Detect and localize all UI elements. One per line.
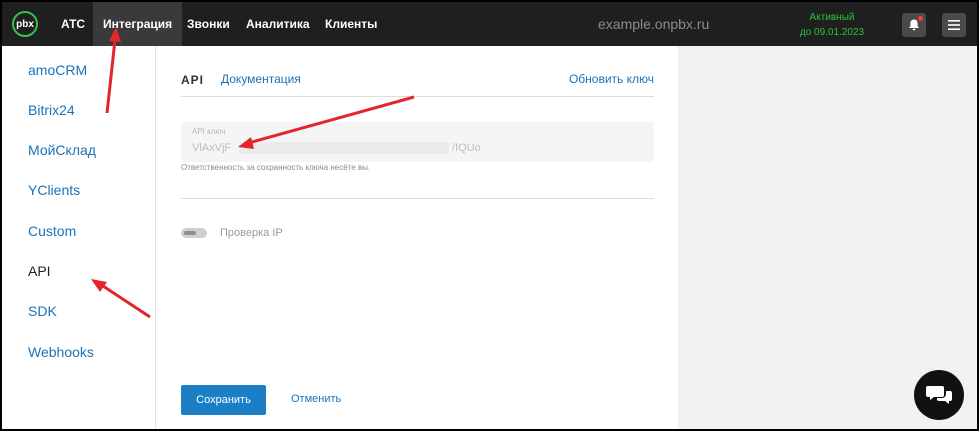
api-key-label: API ключ <box>192 127 226 136</box>
logo-icon[interactable]: pbx <box>12 11 38 37</box>
nav-item-integration[interactable]: Интеграция <box>93 2 183 46</box>
sidebar-item-amocrm[interactable]: amoCRM <box>28 62 87 78</box>
refresh-key-link[interactable]: Обновить ключ <box>569 72 654 86</box>
api-key-helper-text: Ответственность за сохранность ключа нес… <box>181 163 371 172</box>
chat-icon <box>926 386 952 404</box>
ip-check-toggle[interactable] <box>181 228 207 238</box>
chat-button[interactable] <box>914 370 964 420</box>
nav-item-clients[interactable]: Клиенты <box>315 2 387 46</box>
logo-text: pbx <box>16 18 34 30</box>
sidebar-item-yclients[interactable]: YClients <box>28 182 80 198</box>
api-key-field[interactable]: API ключ VlAxVjF /IQUo <box>181 122 654 162</box>
api-key-value-start: VlAxVjF <box>192 142 232 154</box>
nav-item-calls[interactable]: Звонки <box>177 2 240 46</box>
documentation-link[interactable]: Документация <box>221 72 301 86</box>
domain-label: example.onpbx.ru <box>598 16 710 32</box>
divider <box>181 96 654 97</box>
status-expiry: до 09.01.2023 <box>799 27 865 38</box>
sidebar-item-moysklad[interactable]: МойСклад <box>28 142 96 158</box>
menu-icon <box>948 20 960 30</box>
api-settings-panel: API Документация Обновить ключ API ключ … <box>156 46 678 429</box>
status-text: Активный <box>809 12 855 23</box>
nav-item-ats[interactable]: АТС <box>51 2 95 46</box>
menu-button[interactable] <box>942 13 966 37</box>
subscription-status: Активный до 09.01.2023 <box>792 10 872 40</box>
save-button[interactable]: Сохранить <box>181 385 266 415</box>
integrations-sidebar: amoCRM Bitrix24 МойСклад YClients Custom… <box>2 46 156 429</box>
sidebar-item-bitrix24[interactable]: Bitrix24 <box>28 102 75 118</box>
page-title: API <box>181 73 205 87</box>
divider <box>181 198 654 199</box>
sidebar-item-custom[interactable]: Custom <box>28 223 76 239</box>
notifications-button[interactable] <box>902 13 926 37</box>
cancel-button[interactable]: Отменить <box>291 393 341 405</box>
ip-check-label: Проверка IP <box>220 227 283 239</box>
toggle-knob <box>184 231 196 235</box>
sidebar-item-webhooks[interactable]: Webhooks <box>28 344 94 360</box>
top-navbar: pbx АТС Интеграция Звонки Аналитика Клие… <box>2 2 977 46</box>
sidebar-item-api[interactable]: API <box>28 263 51 279</box>
nav-item-analytics[interactable]: Аналитика <box>236 2 320 46</box>
notification-dot <box>918 16 923 21</box>
api-key-value-end: /IQUo <box>452 142 481 154</box>
api-key-redacted <box>239 142 449 154</box>
app-frame: pbx АТС Интеграция Звонки Аналитика Клие… <box>0 0 979 431</box>
sidebar-item-sdk[interactable]: SDK <box>28 303 57 319</box>
